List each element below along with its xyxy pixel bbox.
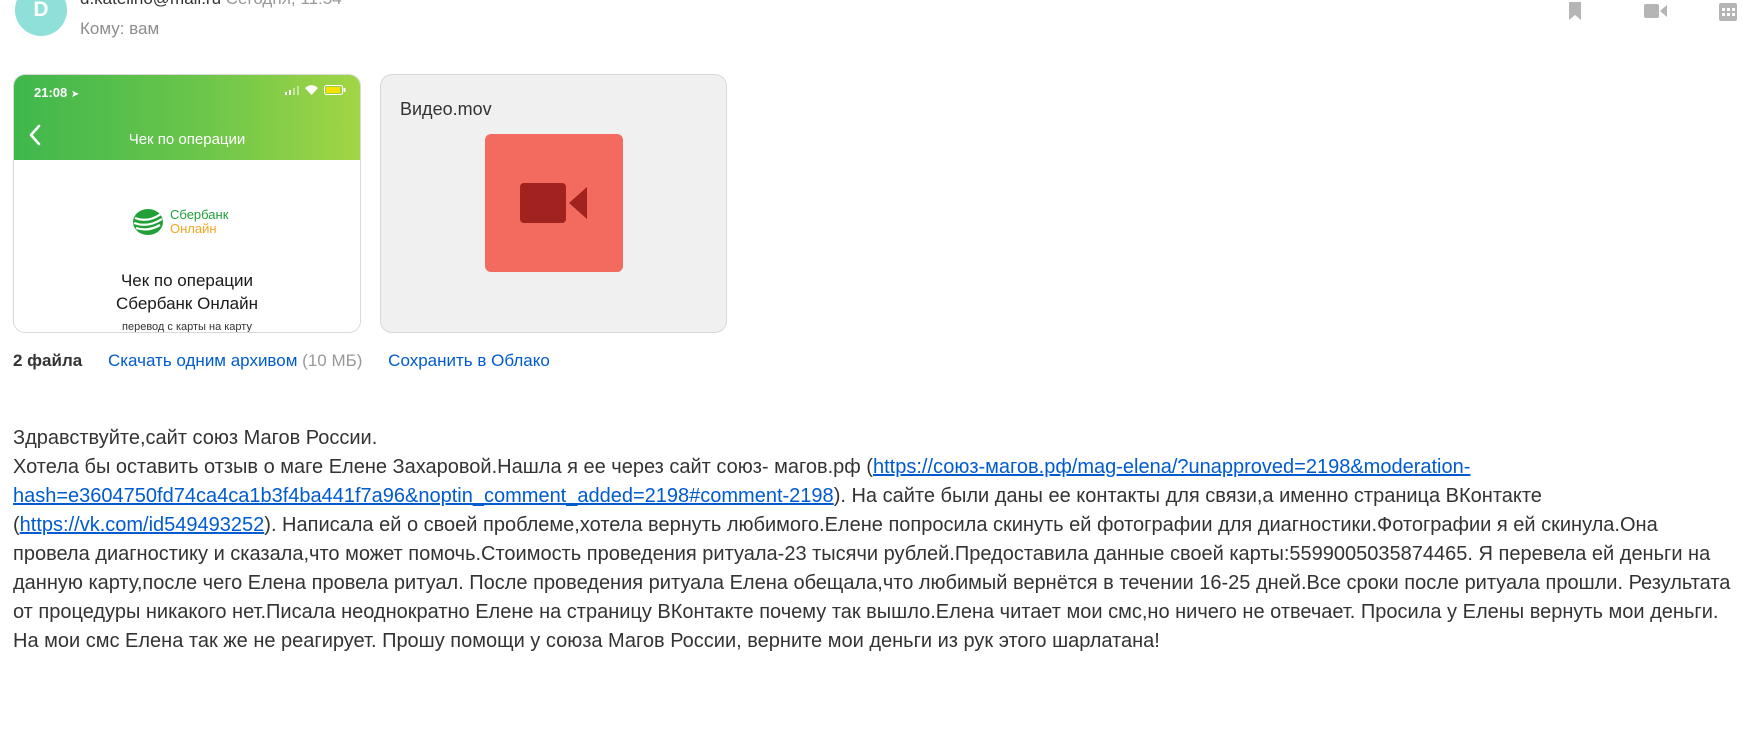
message-text-3: ). Написала ей о своей проблеме,хотела в… bbox=[13, 514, 1731, 652]
download-archive-link[interactable]: Скачать одним архивом bbox=[108, 351, 297, 370]
receipt-header-title: Чек по операции bbox=[128, 131, 246, 148]
recipient-line: Кому: вам bbox=[80, 19, 160, 38]
files-bar: 2 файла Скачать одним архивом (10 МБ) Со… bbox=[13, 351, 550, 371]
sberbank-logo-icon bbox=[133, 209, 163, 235]
sberbank-logo: Сбербанк Онлайн bbox=[132, 208, 228, 236]
sender-email[interactable]: d.katelino@mail.ru bbox=[80, 0, 221, 8]
save-to-cloud-link[interactable]: Сохранить в Облако bbox=[388, 351, 550, 370]
message-text-1: Хотела бы оставить отзыв о маге Елене За… bbox=[13, 456, 873, 478]
signal-icon bbox=[285, 85, 299, 95]
message-body: Здравствуйте,сайт союз Магов России. Хот… bbox=[13, 424, 1733, 656]
files-count: 2 файла bbox=[13, 351, 83, 370]
status-time: 21:08 ➤ bbox=[34, 85, 80, 100]
message-paragraph: Хотела бы оставить отзыв о маге Елене За… bbox=[13, 453, 1733, 656]
status-icons bbox=[285, 85, 346, 95]
message-date: Сегодня, 11:54 bbox=[226, 0, 342, 8]
bookmark-icon[interactable] bbox=[1560, 0, 1590, 26]
location-arrow-icon: ➤ bbox=[70, 89, 80, 100]
sberbank-logo-text: Сбербанк Онлайн bbox=[170, 207, 229, 236]
battery-icon bbox=[324, 85, 346, 95]
wifi-icon bbox=[305, 85, 318, 95]
message-greeting: Здравствуйте,сайт союз Магов России. bbox=[13, 427, 378, 449]
sender-avatar[interactable]: D bbox=[15, 0, 67, 36]
video-camera-icon[interactable] bbox=[1641, 0, 1671, 26]
link-vk-profile[interactable]: https://vk.com/id549493252 bbox=[20, 514, 265, 536]
attachment-receipt-image[interactable]: 21:08 ➤ Чек по операции Сбербанк Онлайн … bbox=[13, 74, 361, 333]
receipt-subtitle: перевод с карты на карту bbox=[122, 321, 252, 333]
sender-line: d.katelino@mail.ru Сегодня, 11:54 bbox=[80, 0, 342, 9]
video-camera-icon bbox=[520, 183, 587, 223]
video-filename: Видео.mov bbox=[400, 99, 492, 119]
message-actions bbox=[1463, 0, 1763, 26]
phone-header: 21:08 ➤ Чек по операции bbox=[14, 75, 360, 160]
receipt-title: Чек по операции Сбербанк Онлайн bbox=[116, 271, 258, 313]
attachment-video[interactable]: Видео.mov bbox=[380, 74, 727, 333]
calendar-icon[interactable] bbox=[1713, 0, 1743, 26]
video-tile[interactable] bbox=[485, 134, 623, 272]
archive-size: (10 МБ) bbox=[302, 351, 363, 370]
